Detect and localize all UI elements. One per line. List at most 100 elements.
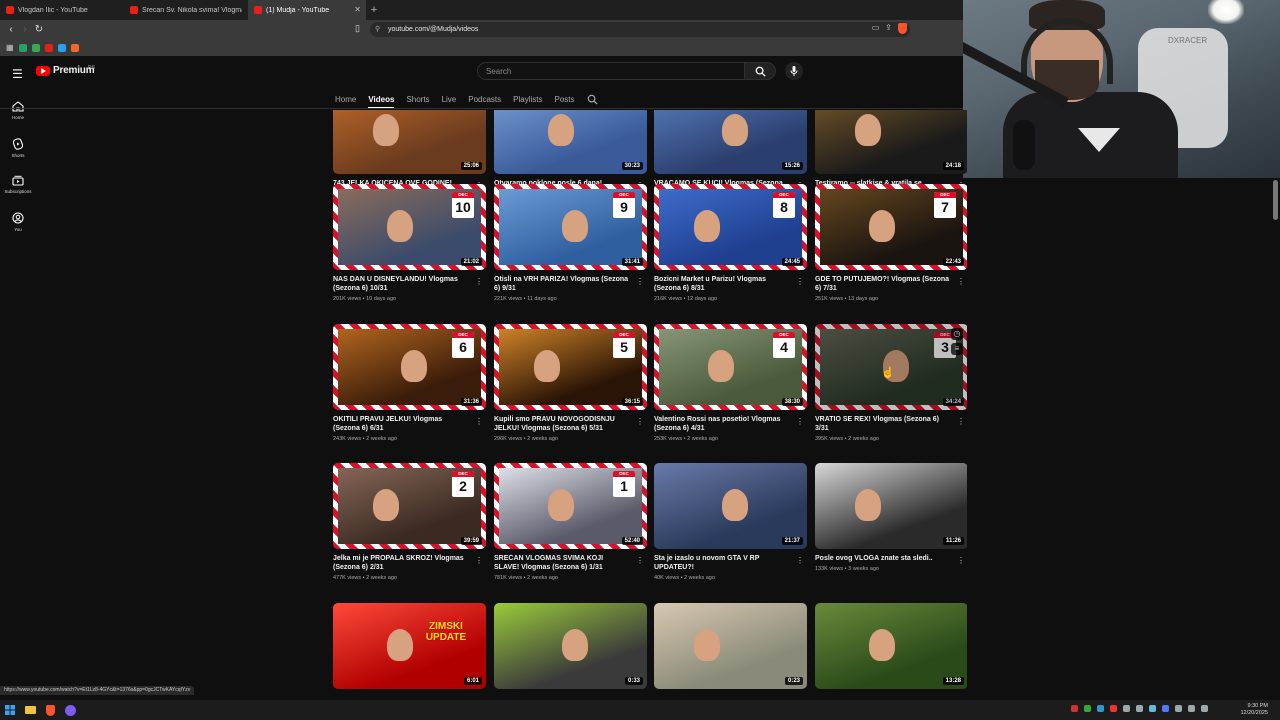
video-card[interactable]: DEC 7 22:43 GDE TO PUTUJEMO?! Vlogmas (Sezo… — [815, 184, 967, 302]
video-card[interactable]: 21:37 Sta je izaslo u novom GTA V RP UPDA… — [654, 463, 807, 581]
video-thumbnail[interactable]: ZIMSKI UPDATE 6:01 — [333, 603, 486, 689]
volume-icon[interactable] — [1201, 705, 1208, 712]
taskbar-clock[interactable]: 9:30 PM 12/20/2025 — [1240, 703, 1268, 717]
video-thumbnail[interactable]: DEC 2 39:59 — [333, 463, 486, 549]
guide-you[interactable]: You — [0, 203, 36, 240]
video-title[interactable]: Posle ovog VLOGA znate sta sledi.. — [815, 554, 951, 563]
video-title[interactable]: Jelka mi je PROPALA SKROZ! Vlogmas (Sezo… — [333, 554, 469, 572]
video-thumbnail[interactable]: 0:23 — [654, 603, 807, 689]
tab-home[interactable]: Home — [335, 95, 356, 104]
watch-later-icon[interactable]: ◷ — [951, 328, 963, 340]
more-actions-icon[interactable]: ⋮ — [475, 277, 483, 286]
video-title[interactable]: GDE TO PUTUJEMO?! Vlogmas (Sezona 6) 7/3… — [815, 275, 951, 293]
tab-playlists[interactable]: Playlists — [513, 95, 542, 104]
video-thumbnail[interactable]: 21:37 — [654, 463, 807, 549]
guide-subscriptions[interactable]: Subscriptions — [0, 166, 36, 203]
more-actions-icon[interactable]: ⋮ — [796, 417, 804, 426]
wifi-icon[interactable] — [1188, 705, 1195, 712]
more-actions-icon[interactable]: ⋮ — [957, 556, 965, 565]
bookmark-icon[interactable] — [57, 43, 66, 52]
cast-icon[interactable]: ▭ — [872, 23, 880, 34]
youtube-bookmark-icon[interactable] — [44, 43, 53, 52]
tray-icon[interactable] — [1123, 705, 1130, 712]
video-thumbnail[interactable]: DEC 10 21:02 — [333, 184, 486, 270]
video-title[interactable]: Valentino Rossi nas posetio! Vlogmas (Se… — [654, 415, 790, 433]
close-tab-icon[interactable]: ✕ — [354, 5, 361, 14]
guide-shorts[interactable]: Shorts — [0, 129, 36, 166]
reload-icon[interactable]: ↻ — [32, 24, 46, 35]
video-card[interactable]: 11:26 Posle ovog VLOGA znate sta sledi.. 1… — [815, 463, 967, 572]
tab-podcasts[interactable]: Podcasts — [468, 95, 501, 104]
brave-taskbar-button[interactable] — [40, 700, 60, 720]
video-thumbnail[interactable]: 13:28 — [815, 603, 967, 689]
more-actions-icon[interactable]: ⋮ — [636, 556, 644, 565]
browser-tab[interactable]: Vlogdan Ilic - YouTube — [0, 0, 124, 20]
video-thumbnail[interactable]: 24:18 — [815, 110, 967, 174]
video-thumbnail[interactable]: 15:26 — [654, 110, 807, 174]
video-title[interactable]: Bozicni Market u Parizu! Vlogmas (Sezona… — [654, 275, 790, 293]
apps-grid-icon[interactable]: ▦ — [6, 43, 14, 52]
video-card[interactable]: DEC 2 39:59 Jelka mi je PROPALA SKROZ! Vlog… — [333, 463, 486, 581]
video-title[interactable]: Otisli na VRH PARIZA! Vlogmas (Sezona 6)… — [494, 275, 630, 293]
menu-icon[interactable]: ☰ — [12, 67, 23, 81]
sheets-bookmark-icon[interactable] — [18, 43, 27, 52]
url-field[interactable]: ⚲ youtube.com/@Mudja/videos — [370, 22, 910, 37]
browser-tab[interactable]: Srecan Sv. Nikola svima! Vlogmas (S… — [124, 0, 248, 20]
bookmark-icon[interactable] — [31, 43, 40, 52]
video-title[interactable]: OKITILI PRAVU JELKU! Vlogmas (Sezona 6) … — [333, 415, 469, 433]
tray-icon[interactable] — [1097, 705, 1104, 712]
video-thumbnail[interactable]: DEC 8 24:45 — [654, 184, 807, 270]
video-card[interactable]: 0:23 — [654, 603, 807, 689]
video-thumbnail[interactable]: DEC 1 52:40 — [494, 463, 647, 549]
more-actions-icon[interactable]: ⋮ — [957, 277, 965, 286]
video-card[interactable]: DEC 8 24:45 Bozicni Market u Parizu! Vlogma… — [654, 184, 807, 302]
video-title[interactable]: NAS DAN U DISNEYLANDU! Vlogmas (Sezona 6… — [333, 275, 469, 293]
channel-search-icon[interactable] — [587, 94, 598, 105]
tab-posts[interactable]: Posts — [555, 95, 575, 104]
search-button[interactable] — [745, 62, 776, 80]
more-actions-icon[interactable]: ⋮ — [475, 417, 483, 426]
video-thumbnail[interactable]: 0:33 — [494, 603, 647, 689]
search-input[interactable]: Search — [477, 62, 745, 80]
video-thumbnail[interactable]: DEC 4 38:30 — [654, 324, 807, 410]
video-thumbnail[interactable]: DEC 6 31:36 — [333, 324, 486, 410]
new-tab-button[interactable]: + — [366, 4, 382, 16]
video-thumbnail[interactable]: DEC 9 31:41 — [494, 184, 647, 270]
add-to-queue-icon[interactable]: ≡ — [951, 343, 963, 355]
video-card[interactable]: DEC 6 31:36 OKITILI PRAVU JELKU! Vlogmas (S… — [333, 324, 486, 442]
video-card[interactable]: 0:33 — [494, 603, 647, 689]
tab-videos[interactable]: Videos — [368, 95, 395, 109]
more-actions-icon[interactable]: ⋮ — [636, 277, 644, 286]
video-thumbnail[interactable]: 25:06 — [333, 110, 486, 174]
brave-shield-icon[interactable] — [898, 23, 907, 34]
browser-tab-active[interactable]: (1) Mudja - YouTube ✕ — [248, 0, 366, 20]
video-card[interactable]: DEC 4 38:30 Valentino Rossi nas posetio! Vl… — [654, 324, 807, 442]
file-explorer-button[interactable] — [20, 700, 40, 720]
back-arrow-icon[interactable]: ‹ — [4, 24, 18, 35]
tab-shorts[interactable]: Shorts — [406, 95, 429, 104]
tray-icon[interactable] — [1149, 705, 1156, 712]
video-title[interactable]: SREĆAN VLOGMAS SVIMA KOJI SLAVE! Vlogmas… — [494, 554, 630, 572]
tray-icon[interactable] — [1162, 705, 1169, 712]
more-actions-icon[interactable]: ⋮ — [636, 417, 644, 426]
more-actions-icon[interactable]: ⋮ — [957, 417, 965, 426]
bookmark-icon[interactable] — [70, 43, 79, 52]
more-actions-icon[interactable]: ⋮ — [796, 277, 804, 286]
share-icon[interactable]: ⇪ — [885, 23, 892, 34]
tray-icon[interactable] — [1136, 705, 1143, 712]
tray-icon[interactable] — [1110, 705, 1117, 712]
video-title[interactable]: Sta je izaslo u novom GTA V RP UPDATEU?! — [654, 554, 790, 572]
video-card[interactable]: DEC 5 36:15 Kupili smo PRAVU NOVOGODISNJU J… — [494, 324, 647, 442]
video-card[interactable]: 13:28 — [815, 603, 967, 689]
video-thumbnail[interactable]: 11:26 — [815, 463, 967, 549]
video-card[interactable]: DEC 3 ◷ ≡ 34:24 VRATIO SE REX! Vlogmas (Sezon… — [815, 324, 967, 442]
tray-icon[interactable] — [1175, 705, 1182, 712]
video-title[interactable]: Kupili smo PRAVU NOVOGODISNJU JELKU! Vlo… — [494, 415, 630, 433]
video-title[interactable]: VRATIO SE REX! Vlogmas (Sezona 6) 3/31 — [815, 415, 951, 433]
voice-search-button[interactable] — [785, 62, 803, 80]
site-info-icon[interactable]: ⚲ — [375, 25, 380, 33]
guide-home[interactable]: Home — [0, 92, 36, 129]
start-button[interactable] — [0, 700, 20, 720]
tray-icon[interactable] — [1084, 705, 1091, 712]
video-thumbnail[interactable]: DEC 5 36:15 — [494, 324, 647, 410]
